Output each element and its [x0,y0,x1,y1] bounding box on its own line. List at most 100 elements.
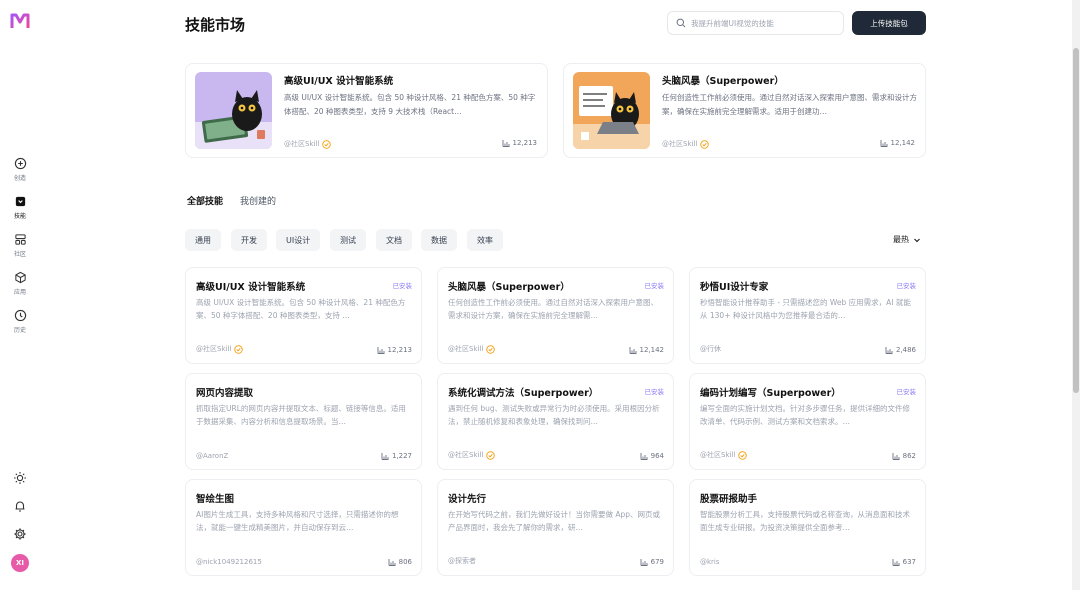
sidebar-item-label: 社区 [13,251,26,258]
skill-description: AI图片生成工具，支持多种风格和尺寸选择，只需描述你的想法，就能一键生成精美图片… [196,510,399,532]
category-chip-ui-design[interactable]: UI设计 [276,229,321,251]
count-value: 12,213 [387,346,413,354]
featured-thumbnail [195,72,272,149]
bar-chart-icon [640,559,648,566]
skill-card[interactable]: 头脑风暴（Superpower） 已安装任何创造性工作前必须使用。通过自然对话深入… [437,267,674,364]
bell-icon[interactable] [13,499,27,513]
sidebar-item-apps[interactable]: 应用 [0,271,40,296]
verified-badge-icon [486,344,496,354]
featured-card[interactable]: 头脑风暴（Superpower） 任何创造性工作前必须使用。通过自然对话深入探索… [563,63,926,158]
bar-chart-icon [640,453,648,460]
skill-usage-count: 637 [892,558,916,566]
sidebar-item-history[interactable]: 历史 [0,309,40,334]
category-chip-docs[interactable]: 文档 [376,229,412,251]
installed-badge: 已安装 [644,282,665,290]
featured-thumbnail [573,72,650,149]
verified-badge-icon [700,139,710,149]
skill-author: @社区Skill [700,450,748,460]
cat-laptop-illustration-icon [573,72,650,149]
tab-all-skills[interactable]: 全部技能 [187,194,223,207]
sidebar-item-label: 创造 [13,175,26,182]
skill-card[interactable]: 系统化调试方法（Superpower） 已安装 遇到任何 bug、测试失败或异常行为… [437,373,674,470]
skill-author: @社区Skill [448,450,496,460]
featured-card[interactable]: 高级UI/UX 设计智能系统 高级 UI/UX 设计智能系统。包含 50 种设计… [185,63,548,158]
tab-my-created[interactable]: 我创建的 [240,194,276,207]
plus-circle-icon [14,157,26,170]
category-chip-general[interactable]: 通用 [185,229,221,251]
count-value: 12,142 [890,139,916,147]
skill-title: 秒悟UI设计专家 [700,282,769,293]
count-value: 2,486 [895,346,916,354]
skill-description: 在开始写代码之前，我们先做好设计！当你需要做 App、网页或产品界面时，我会先了… [448,510,661,532]
skill-card[interactable]: 设计先行 在开始写代码之前，我们先做好设计！当你需要做 App、网页或产品界面时，… [437,479,674,576]
author-name: @社区Skill [284,140,320,148]
skill-title: 头脑风暴（Superpower） [448,282,570,293]
skill-card[interactable]: 高级UI/UX 设计智能系统 已安装 高级 UI/UX 设计智能系统。包含 50 种… [185,267,422,364]
avatar[interactable]: XI [11,554,29,572]
sidebar-item-label: 技能 [13,213,26,220]
sort-label: 最热 [893,235,909,244]
skill-author: @AaronZ [196,452,228,460]
category-chip-testing[interactable]: 测试 [330,229,366,251]
sidebar-item-community[interactable]: 社区 [0,233,40,258]
bar-chart-icon [885,347,893,354]
skill-usage-count: 806 [388,558,412,566]
grid-icon [14,234,26,245]
skill-card[interactable]: 网页内容提取抓取指定URL的网页内容并提取文本、标题、链接等信息。适用于数据采集… [185,373,422,470]
featured-description: 任何创造性工作前必须使用。通过自然对话深入探索用户意图、需求和设计方案，确保在实… [662,93,917,116]
cat-illustration-icon [195,72,272,149]
featured-author: @社区Skill [284,139,332,149]
skill-description: 高级 UI/UX 设计智能系统。包含 50 种设计风格、21 种配色方案、50 … [196,298,406,320]
author-name: @社区Skill [662,140,698,148]
sidebar-item-skills[interactable]: 技能 [0,195,40,220]
skill-usage-count: 12,213 [377,346,413,354]
featured-author: @社区Skill [662,139,710,149]
installed-badge: 已安装 [644,388,665,396]
clock-icon [14,309,26,322]
category-chip-data[interactable]: 数据 [421,229,457,251]
skill-card[interactable]: 秒悟UI设计专家 已安装 秒悟智能设计推荐助手 - 只需描述您的 Web 应用需求，… [689,267,926,364]
sun-icon[interactable] [13,471,27,485]
skill-usage-count: 2,486 [885,346,916,354]
bar-chart-icon [377,347,384,354]
skill-card[interactable]: 编码计划编写（Superpower） 已安装 编写全面的实施计划文档。针对多步骤任务… [689,373,926,470]
skill-author: @社区Skill [196,344,244,354]
sidebar-item-create[interactable]: 创造 [0,157,40,182]
verified-badge-icon [486,450,496,460]
page-title: 技能市场 [185,16,246,34]
upload-skill-button[interactable]: 上传技能包 [852,11,926,35]
author-name: @kris [700,558,720,566]
bar-chart-icon [892,559,900,566]
skill-title: 编码计划编写（Superpower） [700,388,841,399]
skill-card[interactable]: 股票研报助手 智能股票分析工具，支持股票代码或名称查询，从消息面和技术面生成专业研… [689,479,926,576]
count-value: 637 [902,558,916,566]
installed-badge: 已安装 [392,282,413,290]
skill-author: @探索者 [448,556,476,566]
author-name: @社区Skill [448,345,484,353]
featured-title: 头脑风暴（Superpower） [662,76,784,87]
author-name: @社区Skill [196,345,232,353]
search-input[interactable] [691,18,841,28]
skill-card[interactable]: 智绘生图 AI图片生成工具，支持多种风格和尺寸选择，只需描述你的想法，就能一键生成… [185,479,422,576]
skill-description: 抓取指定URL的网页内容并提取文本、标题、链接等信息。适用于数据采集、内容分析和… [196,404,406,426]
skill-title: 网页内容提取 [196,388,254,399]
skill-author: @行休 [700,344,721,354]
author-name: @AaronZ [196,452,229,460]
sidebar-item-label: 历史 [13,327,26,334]
skill-title: 智绘生图 [196,494,235,505]
m-logo-icon[interactable] [10,12,30,30]
skill-description: 任何创造性工作前必须使用。通过自然对话深入探索用户意图、需求和设计方案，确保在实… [448,298,658,320]
verified-badge-icon [738,450,748,460]
scrollbar-thumb[interactable] [1073,48,1079,393]
category-chip-efficiency[interactable]: 效率 [467,229,503,251]
category-chip-dev[interactable]: 开发 [231,229,267,251]
search-box[interactable] [667,11,844,35]
sidebar-item-label: 应用 [13,289,26,296]
verified-badge-icon [234,344,244,354]
briefcase-icon [15,196,25,207]
count-value: 679 [650,558,664,566]
skill-usage-count: 1,227 [381,452,412,460]
sort-dropdown[interactable]: 最热 [893,234,921,245]
verified-badge-icon [322,139,332,149]
gear-icon[interactable] [13,527,27,541]
